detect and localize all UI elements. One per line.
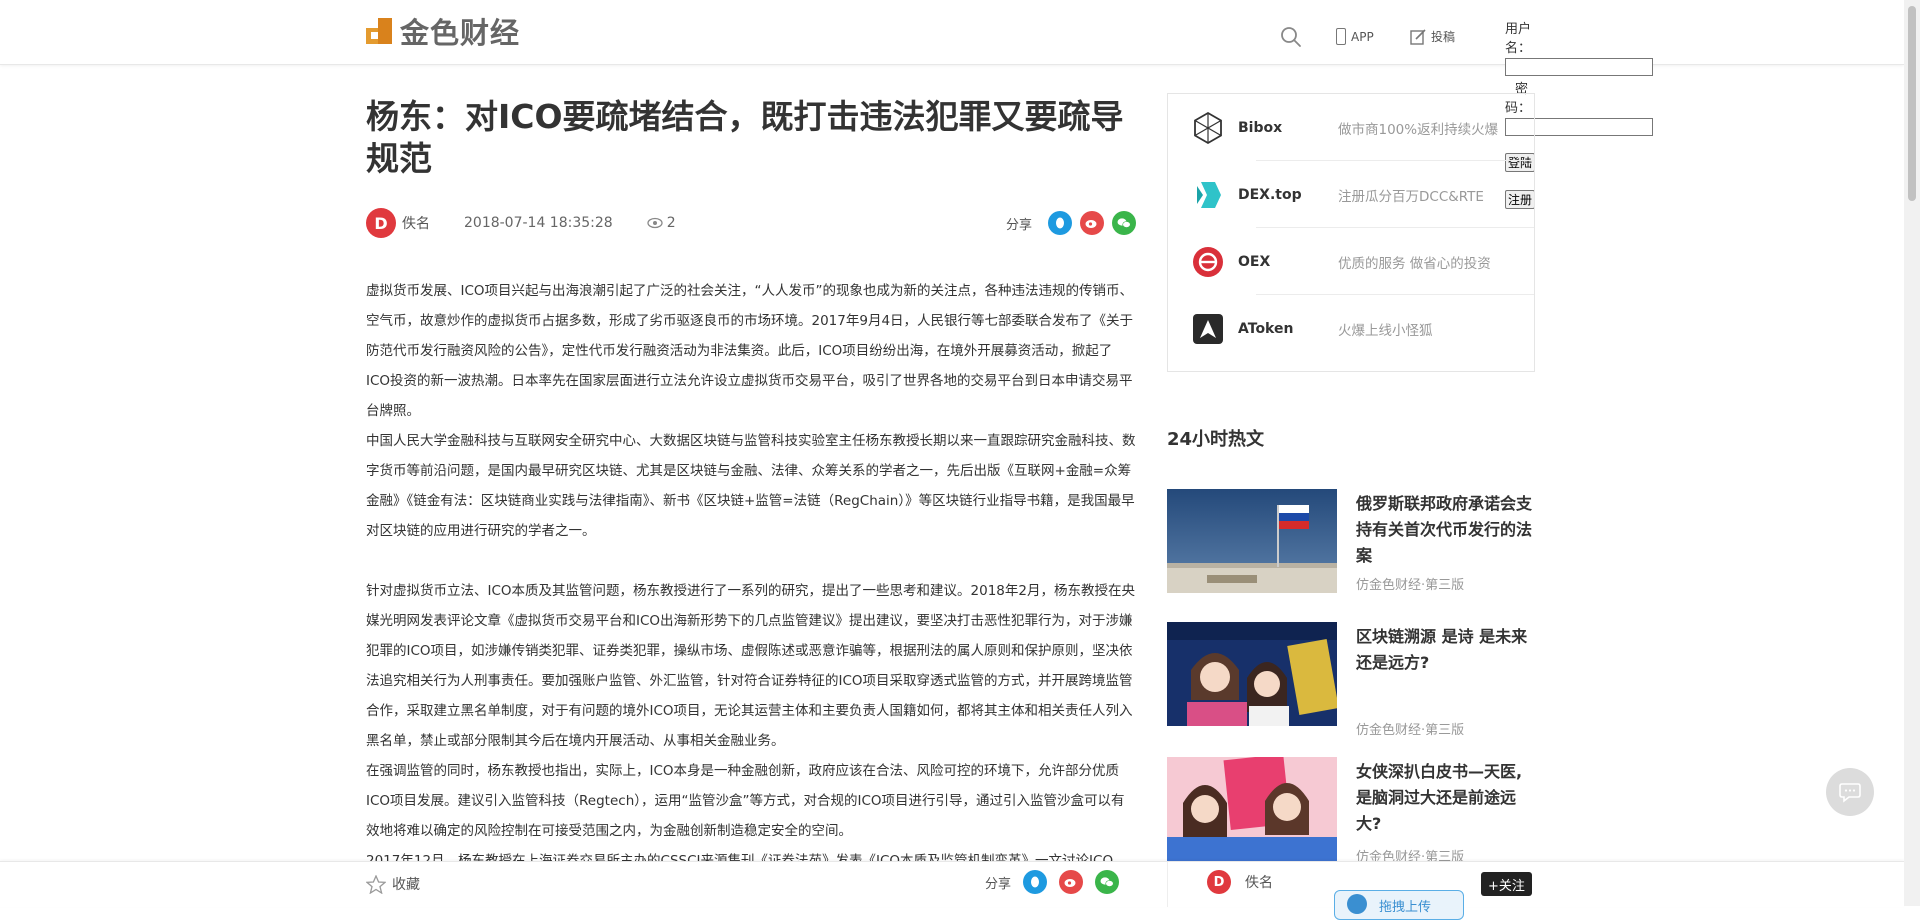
wechat-share-icon[interactable] [1112,211,1136,235]
hot-article-item[interactable]: 区块链溯源 是诗 是未来 还是远方? 仿金色财经·第三版 [1167,622,1537,738]
chat-bubble-icon [1839,783,1861,803]
wechat-share-icon[interactable] [1095,870,1120,894]
phone-icon [1336,28,1346,45]
exchange-desc: 火爆上线小怪狐 [1338,322,1433,339]
follow-button[interactable]: +关注 [1481,872,1532,896]
article-paragraph: 中国人民大学金融科技与互联网安全研究中心、大数据区块链与监管科技实验室主任杨东教… [366,433,1136,539]
exchange-item-atoken[interactable]: AToken 火爆上线小怪狐 [1168,295,1534,362]
oex-logo-icon [1190,244,1226,280]
upload-icon [1347,894,1367,914]
bottom-author[interactable]: D 佚名 [1207,870,1273,894]
hot-article-thumbnail[interactable] [1167,622,1337,726]
exchange-item-oex[interactable]: OEX 优质的服务 做省心的投资 [1168,228,1534,295]
exchange-desc: 注册瓜分百万DCC&RTE [1338,188,1484,205]
hot-article-thumbnail[interactable] [1167,757,1337,861]
exchange-list: Bibox 做市商100%返利持续火爆 DEX.top 注册瓜分百万DCC&RT… [1167,93,1535,372]
qq-share-icon[interactable] [1023,870,1048,894]
view-count: 2 [647,215,676,231]
view-count-value: 2 [666,215,676,231]
exchange-item-dextop[interactable]: DEX.top 注册瓜分百万DCC&RTE [1168,161,1534,228]
search-icon[interactable] [1280,26,1302,48]
hot-article-item[interactable]: 俄罗斯联邦政府承诺会支持有关首次代币发行的法案 仿金色财经·第三版 [1167,489,1537,599]
exchange-name: OEX [1238,253,1271,270]
article-paragraph: 在强调监管的同时，杨东教授也指出，实际上，ICO本身是一种金融创新，政府应该在合… [366,763,1125,839]
share-label: 分享 [1005,217,1032,233]
hot-article-title[interactable]: 女侠深扒白皮书—天医,是脑洞过大还是前途远大? [1356,759,1536,837]
author-avatar[interactable]: D [366,208,396,238]
upload-label: 拖拽上传 [1379,899,1432,915]
edit-icon [1410,28,1426,45]
favorite-button[interactable]: 收藏 [366,874,420,894]
app-link[interactable]: APP [1336,28,1374,45]
bottom-divider [1167,862,1168,907]
bottom-action-bar: 收藏 分享 D 佚名 拖拽上传 +关注 [0,861,1904,920]
exchange-name: Bibox [1238,119,1283,136]
weibo-share-icon[interactable] [1080,211,1104,235]
post-link[interactable]: 投稿 [1410,28,1455,45]
share-group: 分享 [1006,211,1136,235]
article-paragraph: 针对虚拟货币立法、ICO本质及其监管问题，杨东教授进行了一系列的研究，提出了一些… [366,583,1135,749]
hot-article-title[interactable]: 俄罗斯联邦政府承诺会支持有关首次代币发行的法案 [1356,491,1536,569]
eye-icon [647,217,663,229]
logo-text: 金色财经 [400,16,521,50]
favorite-label: 收藏 [392,877,420,893]
star-icon [366,874,386,894]
exchange-name: AToken [1238,320,1294,337]
hot-article-item[interactable]: 女侠深扒白皮书—天医,是脑洞过大还是前途远大? 仿金色财经·第三版 [1167,757,1537,867]
bottom-author-name: 佚名 [1245,875,1273,891]
author-avatar: D [1207,870,1231,894]
article-body: 虚拟货币发展、ICO项目兴起与出海浪潮引起了广泛的社会关注，“人人发币”的现象也… [366,276,1136,876]
hot-section-title: 24小时热文 [1167,429,1265,450]
weibo-share-icon[interactable] [1059,870,1084,894]
hot-article-source: 仿金色财经·第三版 [1356,578,1465,593]
hot-article-source: 仿金色财经·第三版 [1356,723,1465,738]
article-paragraph: 虚拟货币发展、ICO项目兴起与出海浪潮引起了广泛的社会关注，“人人发币”的现象也… [366,283,1134,419]
drag-upload-button[interactable]: 拖拽上传 [1334,890,1464,920]
author-name[interactable]: 佚名 [402,213,430,233]
article-meta: D 佚名 2018-07-14 18:35:28 2 分享 [366,208,1136,238]
exchange-item-bibox[interactable]: Bibox 做市商100%返利持续火爆 [1168,94,1534,161]
dextop-logo-icon [1190,177,1226,213]
hot-article-title[interactable]: 区块链溯源 是诗 是未来 还是远方? [1356,624,1536,676]
exchange-desc: 做市商100%返利持续火爆 [1338,121,1498,138]
exchange-name: DEX.top [1238,186,1302,203]
atoken-logo-icon [1190,311,1226,347]
scrollbar-thumb[interactable] [1908,6,1916,201]
chat-button[interactable] [1826,768,1874,816]
app-link-label: APP [1351,29,1374,44]
bottom-share-group: 分享 [985,870,1120,894]
qq-share-icon[interactable] [1048,211,1072,235]
publish-date: 2018-07-14 18:35:28 [464,215,613,231]
exchange-desc: 优质的服务 做省心的投资 [1338,255,1491,272]
site-logo[interactable]: 金色财经 [366,16,520,50]
hot-article-thumbnail[interactable] [1167,489,1337,593]
bottom-share-label: 分享 [985,876,1012,892]
article-title: 杨东：对ICO要疏堵结合，既打击违法犯罪又要疏导规范 [366,97,1124,178]
username-label: 用户名： [1505,22,1532,56]
bibox-logo-icon [1190,110,1226,146]
logo-mark-icon [366,18,392,44]
username-input[interactable] [1505,58,1653,76]
post-link-label: 投稿 [1431,30,1456,44]
page-scrollbar[interactable] [1904,0,1920,906]
